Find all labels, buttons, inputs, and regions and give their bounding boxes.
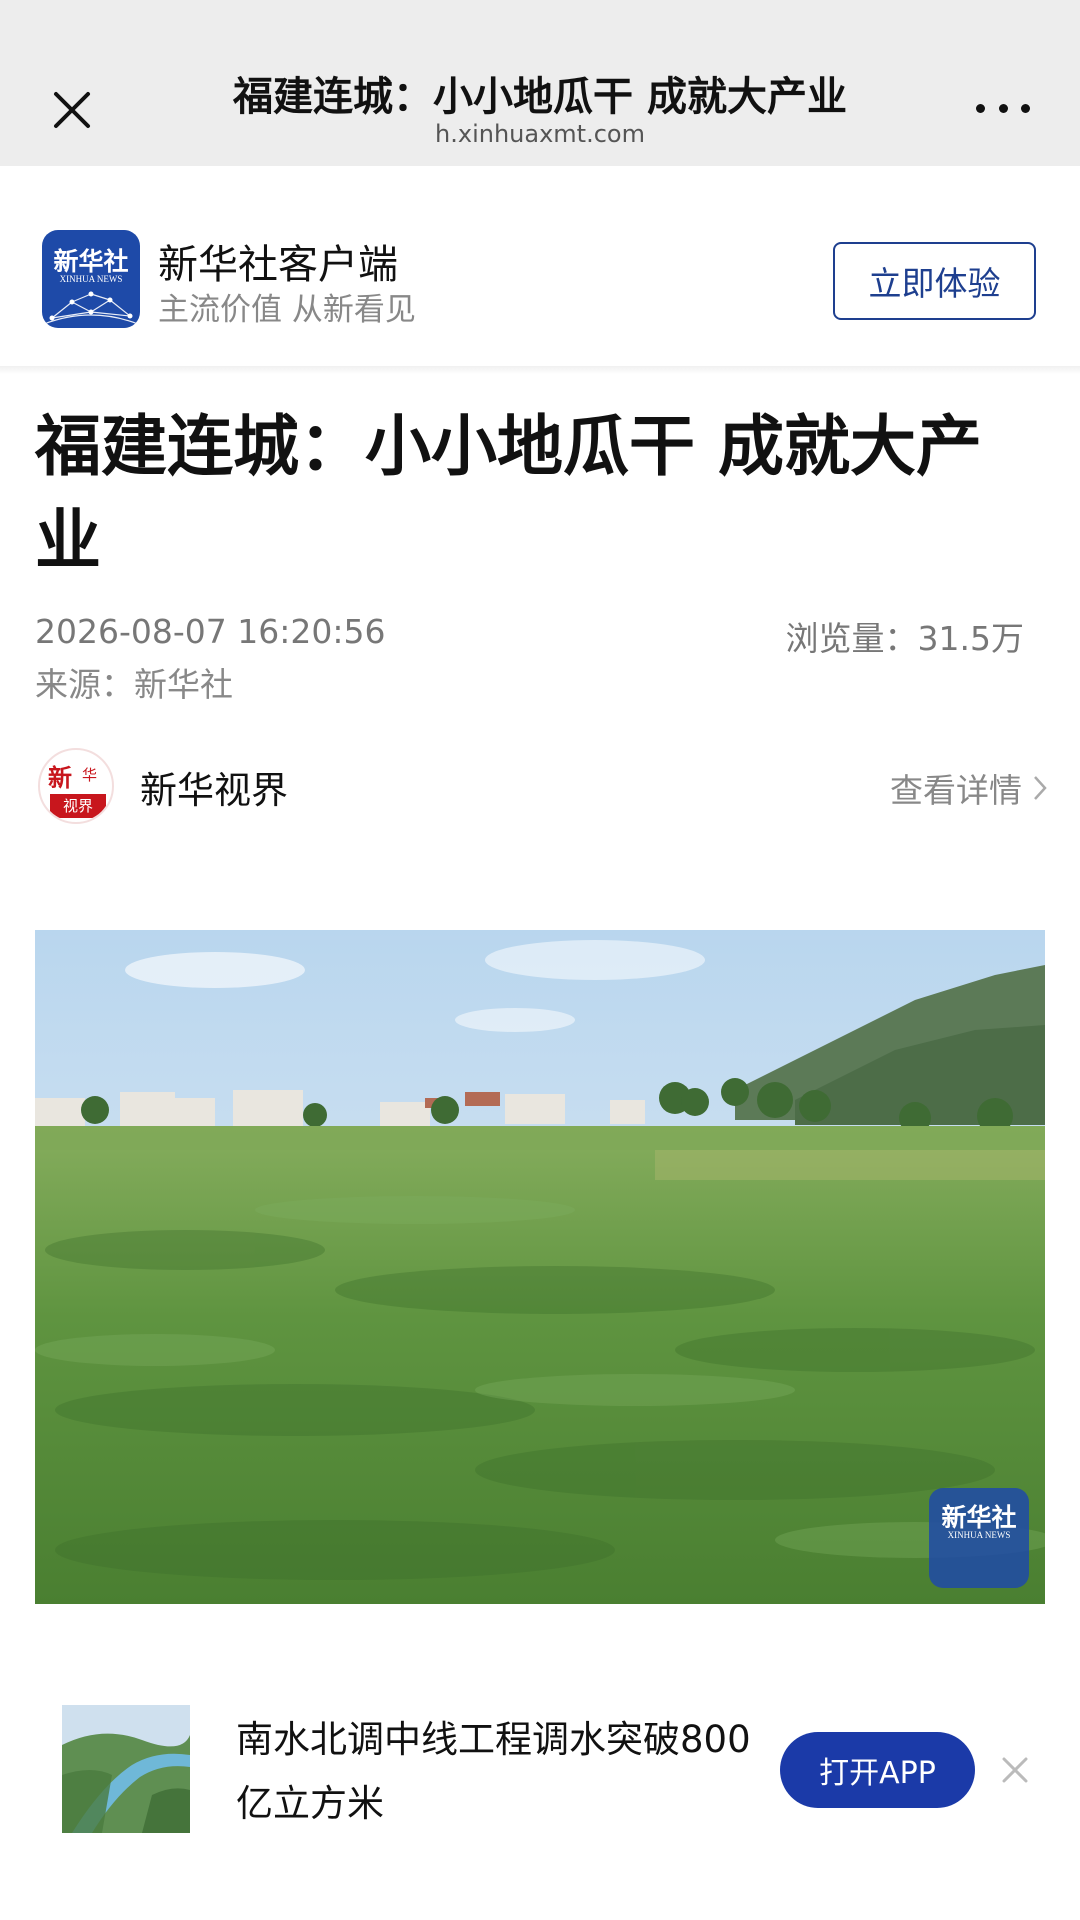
divider <box>0 366 1080 374</box>
account-logo-char-1: 新 <box>48 763 72 792</box>
article-source: 来源：新华社 <box>35 665 233 704</box>
sweet-potato-field-image <box>35 930 1045 1604</box>
view-details-label: 查看详情 <box>890 771 1022 810</box>
view-count: 浏览量：31.5万 <box>785 619 1024 658</box>
watermark-text-en: XINHUA NEWS <box>947 1530 1011 1540</box>
close-icon[interactable] <box>42 80 102 140</box>
related-news-promo[interactable]: 南水北调中线工程调水突破800亿立方米 打开APP <box>0 1680 1080 1850</box>
account-logo-char-2: 华 <box>82 766 98 784</box>
app-slogan: 主流价值 从新看见 <box>158 292 416 328</box>
chevron-right-icon <box>1034 776 1047 800</box>
logo-text-en: XINHUA NEWS <box>59 274 123 284</box>
network-graphic-icon <box>43 291 139 325</box>
close-promo-icon[interactable] <box>995 1750 1035 1790</box>
app-name: 新华社客户端 <box>158 242 398 288</box>
browser-top-bar: 福建连城：小小地瓜干 成就大产业 h.xinhuaxmt.com <box>0 0 1080 166</box>
xinhua-vision-logo[interactable]: 新 华 视界 <box>38 748 114 824</box>
publish-date: 2026-08-07 16:20:56 <box>35 612 386 651</box>
promo-thumbnail <box>62 1705 190 1833</box>
open-app-button[interactable]: 打开APP <box>780 1732 975 1808</box>
app-banner: 新华社 XINHUA NEWS 新华社客户端 主流价值 从新看见 立即体验 <box>0 166 1080 368</box>
view-details-link[interactable]: 查看详情 <box>890 764 1048 812</box>
account-name[interactable]: 新华视界 <box>140 760 288 814</box>
article-photo[interactable]: 新华社 XINHUA NEWS <box>35 930 1045 1604</box>
xinhua-app-logo: 新华社 XINHUA NEWS <box>42 230 140 328</box>
account-logo-char-3: 视界 <box>50 794 106 818</box>
watermark-text-cn: 新华社 <box>941 1503 1017 1532</box>
logo-text-cn: 新华社 <box>53 247 129 276</box>
more-dots-icon[interactable] <box>968 88 1038 128</box>
promo-headline[interactable]: 南水北调中线工程调水突破800亿立方米 <box>236 1708 756 1836</box>
page-url: h.xinhuaxmt.com <box>435 120 645 148</box>
xinhua-watermark-logo: 新华社 XINHUA NEWS <box>929 1488 1029 1588</box>
article-title: 福建连城：小小地瓜干 成就大产业 <box>35 408 982 579</box>
canal-thumbnail-image <box>62 1705 190 1833</box>
try-now-button[interactable]: 立即体验 <box>833 242 1036 320</box>
page-title: 福建连城：小小地瓜干 成就大产业 <box>233 74 847 120</box>
